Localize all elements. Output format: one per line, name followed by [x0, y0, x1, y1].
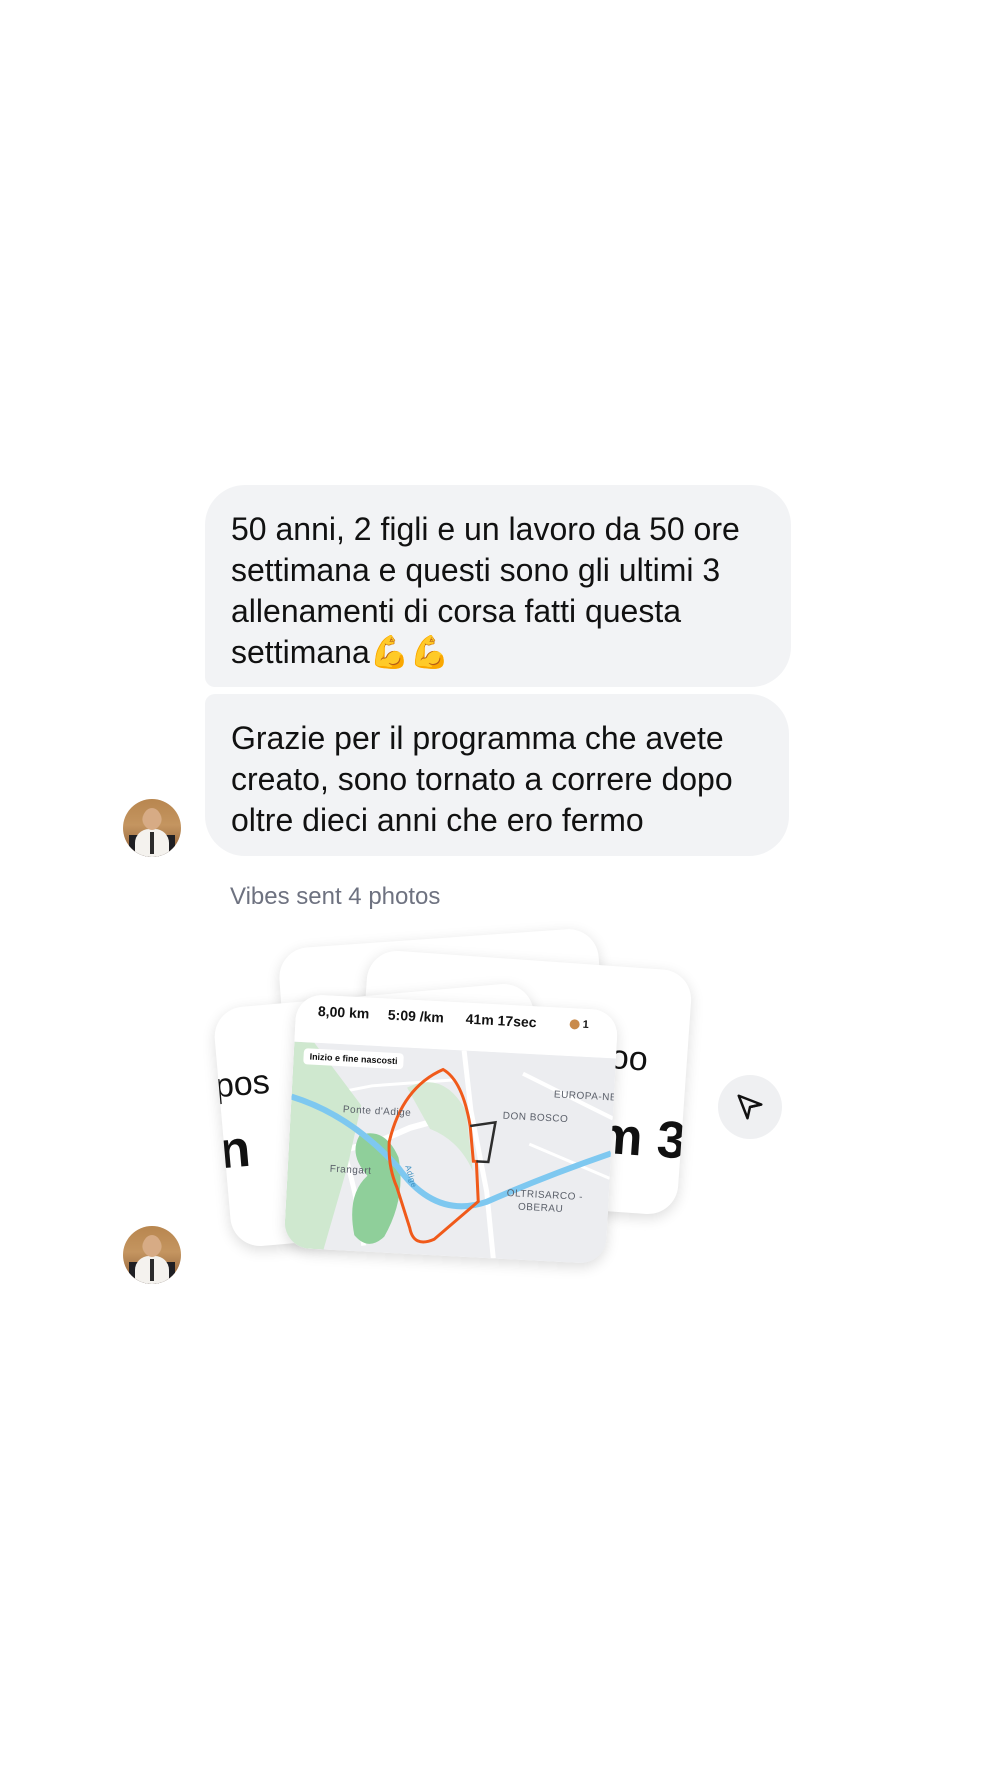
avatar[interactable] [123, 799, 181, 857]
run-pace: 5:09 /km [387, 1006, 445, 1026]
share-button[interactable] [718, 1075, 782, 1139]
photo-text: n [216, 1119, 253, 1181]
route-map: Inizio e fine nascosti Ponte d'Adige Fra… [283, 1041, 616, 1265]
message-bubble[interactable]: Grazie per il programma che avete creato… [205, 694, 789, 856]
kudos-badge: 1 [569, 1018, 589, 1031]
avatar[interactable] [123, 1226, 181, 1284]
run-time: 41m 17sec [465, 1010, 537, 1031]
message-bubble[interactable]: 50 anni, 2 figli e un lavoro da 50 ore s… [205, 485, 791, 687]
photo-card-run-map[interactable]: 8,00 km 5:09 /km 41m 17sec 1 Inizio e fi… [283, 993, 619, 1265]
photo-stack[interactable]: oo m 3 pos n 8,00 km 5:09 /km 41m 17sec … [210, 927, 700, 1280]
run-distance: 8,00 km [317, 1002, 370, 1022]
photos-caption: Vibes sent 4 photos [230, 883, 441, 910]
medal-icon [569, 1019, 580, 1030]
send-icon [737, 1094, 763, 1120]
photo-text: pos [213, 1062, 272, 1106]
map-label: OBERAU [517, 1201, 564, 1215]
map-label: Frangart [329, 1163, 372, 1177]
route-map-graphic [283, 1041, 616, 1265]
